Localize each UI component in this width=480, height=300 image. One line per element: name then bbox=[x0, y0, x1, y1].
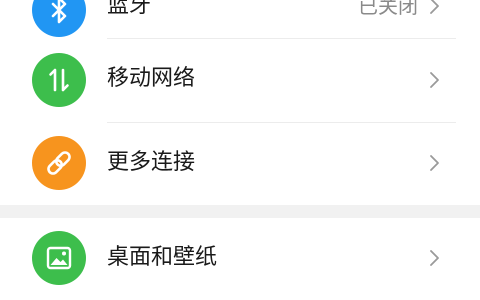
settings-item-label: 桌面和壁纸 bbox=[107, 245, 218, 270]
bluetooth-icon bbox=[32, 0, 86, 37]
settings-item-label: 更多连接 bbox=[107, 150, 196, 175]
chevron-right-icon bbox=[430, 72, 439, 88]
link-icon bbox=[32, 136, 86, 190]
row-divider bbox=[107, 38, 456, 39]
chevron-right-icon bbox=[430, 155, 439, 171]
settings-item-label: 移动网络 bbox=[107, 66, 196, 91]
wallpaper-icon bbox=[32, 231, 86, 285]
chevron-right-icon bbox=[430, 250, 439, 266]
settings-item-more-connections[interactable]: 更多连接 bbox=[0, 122, 480, 202]
mobile-data-icon bbox=[32, 53, 86, 107]
chevron-right-icon bbox=[430, 0, 439, 14]
bluetooth-status: 已关闭 bbox=[358, 0, 418, 18]
settings-item-mobile-network[interactable]: 移动网络 bbox=[0, 40, 480, 120]
settings-item-label: 蓝牙 bbox=[107, 0, 152, 18]
settings-item-desktop-wallpaper[interactable]: 桌面和壁纸 bbox=[0, 218, 480, 298]
